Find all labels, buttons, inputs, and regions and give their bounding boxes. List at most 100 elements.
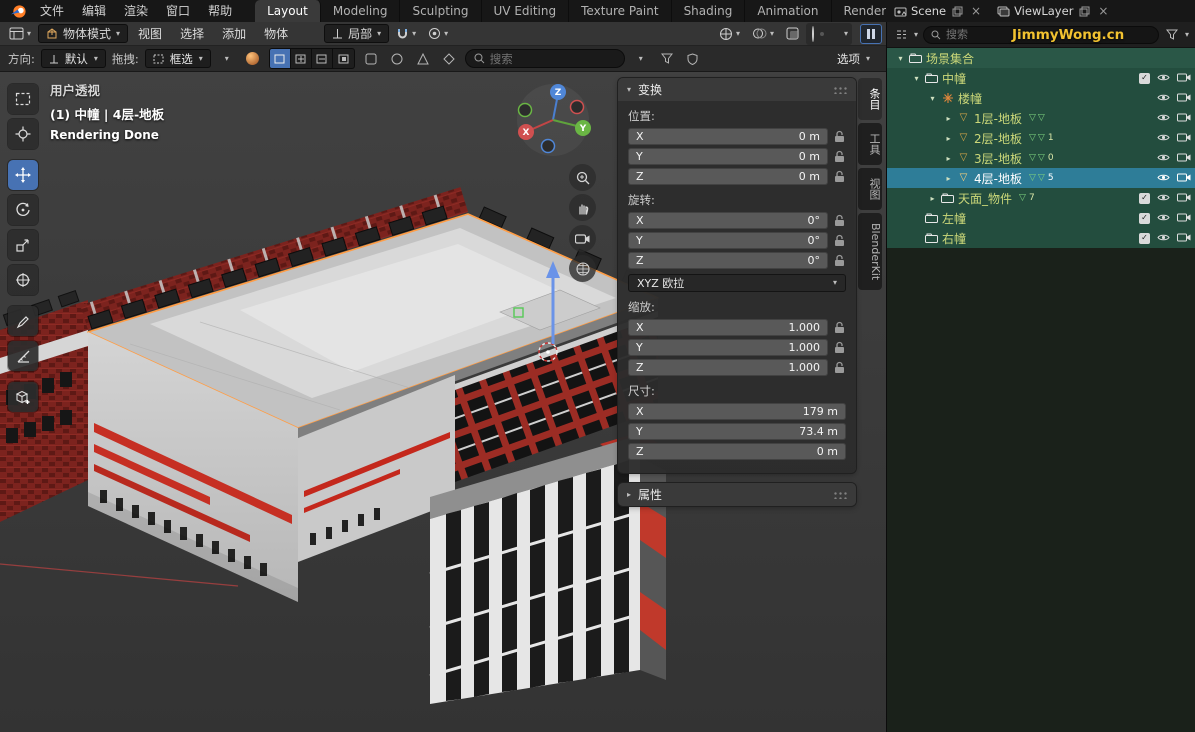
hide-eye-icon[interactable] bbox=[1157, 171, 1170, 185]
tool-measure[interactable] bbox=[8, 341, 38, 371]
scene-selector[interactable]: Scene bbox=[911, 4, 946, 18]
matcap-sphere-icon[interactable] bbox=[243, 49, 263, 68]
render-camera-icon[interactable] bbox=[1177, 151, 1191, 165]
scale-z-field[interactable]: Z1.000 bbox=[628, 359, 828, 376]
overlays-dropdown[interactable]: ▾ bbox=[747, 24, 779, 44]
lock-icon[interactable] bbox=[834, 361, 846, 374]
sidebar-tab-blenderkit[interactable]: BlenderKit bbox=[858, 213, 882, 290]
zoom-button[interactable] bbox=[569, 164, 596, 191]
mode-dropdown[interactable]: 物体模式 ▾ bbox=[38, 24, 128, 43]
scale-y-field[interactable]: Y1.000 bbox=[628, 339, 828, 356]
drag-handle-icon[interactable] bbox=[833, 491, 847, 499]
remove-viewlayer-icon[interactable]: × bbox=[1095, 3, 1111, 19]
menu-file[interactable]: 文件 bbox=[31, 0, 73, 22]
tool-scale[interactable] bbox=[8, 230, 38, 260]
render-camera-icon[interactable] bbox=[1177, 231, 1191, 245]
xray-toggle[interactable] bbox=[781, 24, 804, 44]
falloff-icon-3[interactable] bbox=[413, 49, 433, 68]
hide-eye-icon[interactable] bbox=[1157, 111, 1170, 125]
outliner-row-left-building[interactable]: 左幢 ✓ bbox=[887, 208, 1195, 228]
transform-panel-header[interactable]: ▾ 变换 bbox=[618, 78, 856, 101]
shading-wireframe-button[interactable] bbox=[810, 25, 816, 43]
expand-icon[interactable]: ▾ bbox=[925, 94, 940, 103]
lock-icon[interactable] bbox=[834, 254, 846, 267]
shading-solid-button[interactable] bbox=[820, 32, 824, 36]
scale-x-field[interactable]: X1.000 bbox=[628, 319, 828, 336]
rotation-x-field[interactable]: X0° bbox=[628, 212, 828, 229]
workspace-tab-modeling[interactable]: Modeling bbox=[321, 0, 401, 22]
shading-material-button[interactable] bbox=[828, 32, 832, 36]
expand-icon[interactable]: ▾ bbox=[909, 74, 924, 83]
workspace-tab-sculpting[interactable]: Sculpting bbox=[400, 0, 481, 22]
hide-eye-icon[interactable] bbox=[1157, 91, 1170, 105]
render-camera-icon[interactable] bbox=[1177, 91, 1191, 105]
ortho-toggle-button[interactable] bbox=[569, 255, 596, 282]
expand-icon[interactable]: ▸ bbox=[941, 114, 956, 123]
outliner-row-roof-objects[interactable]: ▸ 天面_物件 ▽ 7 ✓ bbox=[887, 188, 1195, 208]
tool-select-box[interactable] bbox=[8, 84, 38, 114]
render-camera-icon[interactable] bbox=[1177, 71, 1191, 85]
viewport-search-input[interactable] bbox=[490, 52, 600, 66]
falloff-icon-2[interactable] bbox=[387, 49, 407, 68]
snap-dropdown[interactable]: ▾ bbox=[391, 24, 421, 44]
workspace-tab-animation[interactable]: Animation bbox=[745, 0, 831, 22]
workspace-tab-texture-paint[interactable]: Texture Paint bbox=[569, 0, 671, 22]
falloff-icon-4[interactable] bbox=[439, 49, 459, 68]
workspace-tab-shading[interactable]: Shading bbox=[672, 0, 746, 22]
lock-icon[interactable] bbox=[834, 321, 846, 334]
properties-panel-header[interactable]: ▸ 属性 bbox=[618, 483, 856, 506]
proportional-editing-dropdown[interactable]: ▾ bbox=[423, 24, 453, 44]
drag-setting-dropdown[interactable]: 框选 ▾ bbox=[145, 49, 211, 68]
tool-transform[interactable] bbox=[8, 265, 38, 295]
orientation-setting-dropdown[interactable]: 默认 ▾ bbox=[41, 49, 106, 68]
dimensions-y-field[interactable]: Y73.4 m bbox=[628, 423, 846, 440]
select-mode-new-button[interactable] bbox=[270, 49, 291, 68]
menu-edit[interactable]: 编辑 bbox=[73, 0, 115, 22]
menu-window[interactable]: 窗口 bbox=[157, 0, 199, 22]
search-options-dropdown[interactable]: ▾ bbox=[631, 49, 651, 68]
drag-handle-icon[interactable] bbox=[833, 86, 847, 94]
tool-annotate[interactable] bbox=[8, 306, 38, 336]
expand-icon[interactable]: ▸ bbox=[941, 134, 956, 143]
menu-help[interactable]: 帮助 bbox=[199, 0, 241, 22]
workspace-tab-layout[interactable]: Layout bbox=[255, 0, 321, 22]
exclude-checkbox[interactable]: ✓ bbox=[1139, 193, 1150, 204]
select-mode-extend-button[interactable] bbox=[291, 49, 312, 68]
outliner-row-floor1[interactable]: ▸ ▽ 1层-地板 ▽ ▽ bbox=[887, 108, 1195, 128]
dimensions-z-field[interactable]: Z0 m bbox=[628, 443, 846, 460]
tool-move[interactable] bbox=[8, 160, 38, 190]
viewport-search-field[interactable] bbox=[465, 49, 625, 68]
workspace-tab-uv-editing[interactable]: UV Editing bbox=[482, 0, 570, 22]
camera-view-button[interactable] bbox=[569, 225, 596, 252]
new-scene-icon[interactable] bbox=[949, 3, 965, 19]
render-camera-icon[interactable] bbox=[1177, 111, 1191, 125]
rotation-y-field[interactable]: Y0° bbox=[628, 232, 828, 249]
tool-extra-dropdown[interactable]: ▾ bbox=[217, 49, 237, 68]
shading-rendered-button[interactable] bbox=[836, 32, 840, 36]
shield-check-icon[interactable] bbox=[683, 49, 703, 68]
new-viewlayer-icon[interactable] bbox=[1076, 3, 1092, 19]
outliner-filter-button[interactable] bbox=[1164, 27, 1180, 43]
transform-orientation-dropdown[interactable]: 局部 ▾ bbox=[324, 24, 389, 43]
expand-icon[interactable]: ▾ bbox=[893, 54, 908, 63]
expand-icon[interactable]: ▸ bbox=[941, 154, 956, 163]
hide-eye-icon[interactable] bbox=[1157, 191, 1170, 205]
navigation-gizmo[interactable]: Z Y X bbox=[515, 82, 591, 158]
menu-view[interactable]: 视图 bbox=[130, 22, 170, 46]
pan-button[interactable] bbox=[569, 194, 596, 221]
sidebar-tab-view[interactable]: 视图 bbox=[858, 168, 882, 210]
hide-eye-icon[interactable] bbox=[1157, 131, 1170, 145]
gizmo-x-neg[interactable] bbox=[571, 101, 584, 114]
dimensions-x-field[interactable]: X179 m bbox=[628, 403, 846, 420]
render-camera-icon[interactable] bbox=[1177, 211, 1191, 225]
hide-eye-icon[interactable] bbox=[1157, 71, 1170, 85]
outliner-row-floor2[interactable]: ▸ ▽ 2层-地板 ▽ ▽ 1 bbox=[887, 128, 1195, 148]
lock-icon[interactable] bbox=[834, 150, 846, 163]
location-z-field[interactable]: Z0 m bbox=[628, 168, 828, 185]
rotation-z-field[interactable]: Z0° bbox=[628, 252, 828, 269]
pause-render-button[interactable] bbox=[860, 24, 882, 44]
render-camera-icon[interactable] bbox=[1177, 171, 1191, 185]
hide-eye-icon[interactable] bbox=[1157, 211, 1170, 225]
location-y-field[interactable]: Y0 m bbox=[628, 148, 828, 165]
options-dropdown[interactable]: 选项 ▾ bbox=[829, 49, 878, 68]
